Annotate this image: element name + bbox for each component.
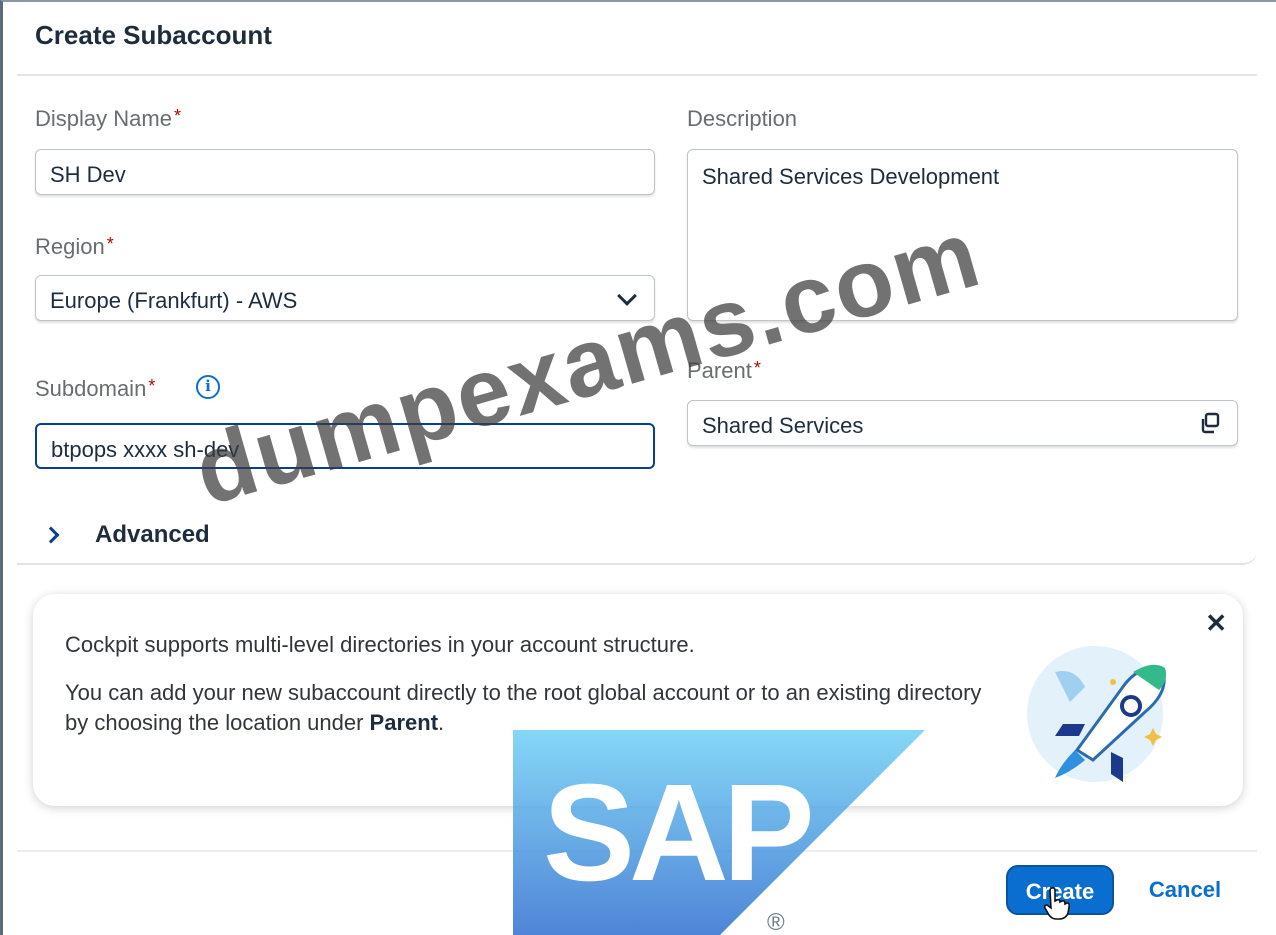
- description-value: Shared Services Development: [702, 164, 1000, 189]
- cancel-button[interactable]: Cancel: [1133, 865, 1237, 915]
- info-icon[interactable]: i: [196, 375, 220, 399]
- display-name-input[interactable]: SH Dev: [35, 149, 655, 195]
- display-name-value: SH Dev: [50, 162, 126, 187]
- region-label-text: Region: [35, 234, 105, 259]
- create-subaccount-dialog: Create Subaccount Display Name * SH Dev R…: [0, 0, 1276, 935]
- subdomain-input[interactable]: btpops xxxx sh-dev: [35, 423, 655, 469]
- sap-logo-text: SAP: [543, 756, 811, 910]
- display-name-label-text: Display Name: [35, 106, 172, 131]
- display-name-label: Display Name *: [35, 106, 181, 132]
- sap-logo: SAP ®: [513, 730, 925, 935]
- info-line-2-text: You can add your new subaccount directly…: [65, 680, 982, 735]
- hand-cursor-icon: [1043, 887, 1071, 920]
- parent-input[interactable]: Shared Services: [687, 400, 1238, 446]
- description-textarea[interactable]: Shared Services Development: [687, 149, 1238, 321]
- parent-label-text: Parent: [687, 358, 752, 383]
- subdomain-label-text: Subdomain: [35, 376, 147, 401]
- close-icon[interactable]: ✕: [1205, 608, 1227, 639]
- region-value: Europe (Frankfurt) - AWS: [50, 288, 298, 313]
- advanced-label: Advanced: [95, 521, 210, 548]
- required-mark: *: [753, 358, 761, 378]
- required-mark: *: [173, 106, 181, 126]
- dialog-title: Create Subaccount: [35, 20, 272, 50]
- required-mark: *: [148, 376, 156, 396]
- info-line-2-parent: Parent: [369, 710, 439, 735]
- parent-value: Shared Services: [702, 413, 864, 438]
- subdomain-value: btpops xxxx sh-dev: [51, 437, 240, 462]
- info-line-2: You can add your new subaccount directly…: [65, 678, 985, 738]
- info-line-2-suffix: .: [438, 710, 445, 735]
- chevron-right-icon[interactable]: [42, 526, 60, 544]
- rocket-illustration: [1027, 646, 1167, 782]
- info-line-1: Cockpit supports multi-level directories…: [65, 632, 695, 657]
- chevron-down-icon[interactable]: [617, 286, 637, 306]
- parent-label: Parent *: [687, 358, 761, 384]
- advanced-section[interactable]: Advanced: [17, 507, 1257, 565]
- region-select[interactable]: Europe (Frankfurt) - AWS: [35, 275, 655, 321]
- title-divider: [17, 74, 1257, 76]
- subdomain-label: Subdomain *: [35, 376, 155, 402]
- region-label: Region *: [35, 234, 114, 260]
- copy-icon[interactable]: [1199, 412, 1221, 434]
- registered-mark: ®: [767, 909, 785, 935]
- required-mark: *: [106, 234, 114, 254]
- description-label: Description: [687, 106, 798, 131]
